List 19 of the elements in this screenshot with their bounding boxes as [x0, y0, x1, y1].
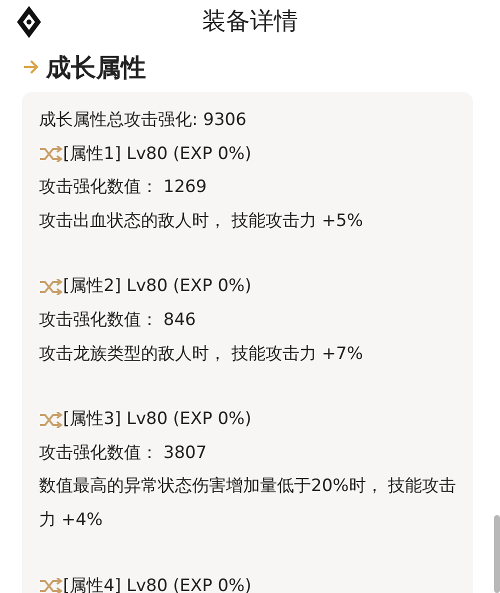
attribute-effect: 攻击龙族类型的敌人时， 技能攻击力 +7% — [39, 342, 364, 366]
arrow-icon — [22, 59, 40, 75]
shuffle-icon — [39, 279, 63, 296]
attribute-header: [属性4] Lv80 (EXP 0%) — [63, 574, 252, 593]
attribute-header: [属性2] Lv80 (EXP 0%) — [63, 275, 252, 298]
shuffle-icon — [39, 412, 63, 428]
attribute-header: [属性1] Lv80 (EXP 0%) — [63, 142, 252, 166]
section-heading: 成长属性 — [46, 52, 146, 84]
attribute-effect: 数值最高的异常状态伤害增加量低于20%时， 技能攻击力 +4% — [39, 475, 457, 532]
summary-text: 成长属性总攻击强化: 9306 — [39, 109, 248, 132]
attribute-value: 攻击强化数值： 846 — [39, 308, 197, 332]
shuffle-icon — [39, 578, 63, 593]
diamond-logo-icon — [16, 5, 42, 39]
attribute-effect: 攻击出血状态的敌人时， 技能攻击力 +5% — [39, 210, 364, 233]
page-title: 装备详情 — [202, 6, 298, 37]
attribute-value: 攻击强化数值： 3807 — [39, 442, 208, 465]
attribute-value: 攻击强化数值： 1269 — [39, 176, 208, 200]
shuffle-icon — [39, 146, 63, 162]
attribute-header: [属性3] Lv80 (EXP 0%) — [63, 408, 252, 432]
